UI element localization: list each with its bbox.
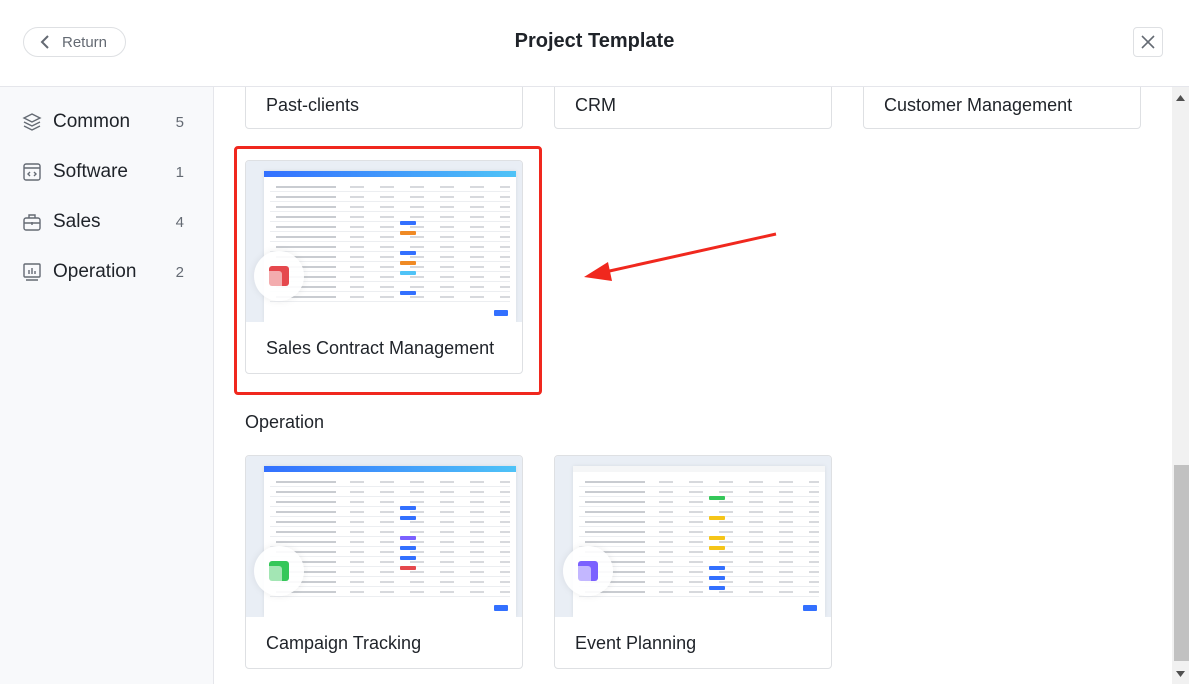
scroll-up-icon[interactable] bbox=[1176, 95, 1185, 101]
scroll-down-icon[interactable] bbox=[1176, 671, 1185, 677]
scrollbar[interactable] bbox=[1172, 87, 1189, 684]
scrollbar-thumb[interactable] bbox=[1174, 465, 1189, 661]
annotation-arrow bbox=[584, 232, 777, 281]
